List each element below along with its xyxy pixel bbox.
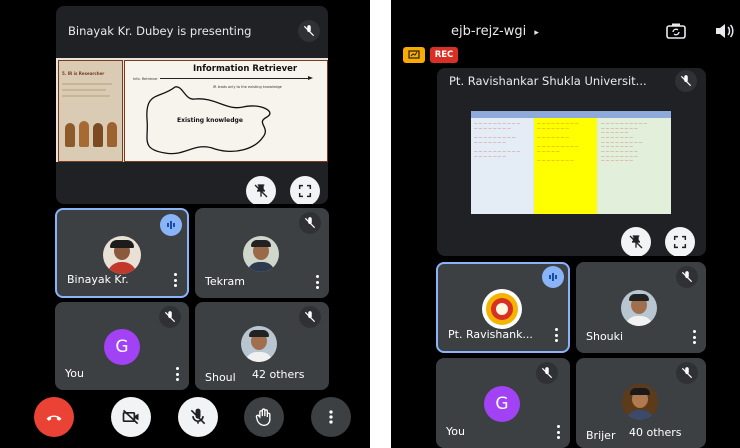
slide-main-panel: Information Retriever Info. Retriever IR… xyxy=(124,60,328,162)
slide-title: Information Retriever xyxy=(193,64,298,74)
participant-tile[interactable]: Tekram xyxy=(195,208,329,298)
switch-camera-icon xyxy=(666,23,686,39)
unpin-button[interactable] xyxy=(621,227,651,256)
mic-off-icon xyxy=(159,306,181,328)
switch-camera-button[interactable] xyxy=(665,22,687,40)
participant-tile[interactable]: G You xyxy=(436,358,570,448)
mic-off-icon xyxy=(536,362,558,384)
avatar xyxy=(622,384,658,420)
mic-off-icon xyxy=(299,212,321,234)
avatar xyxy=(241,326,277,362)
participant-tile[interactable]: Binayak Kr. xyxy=(55,208,189,298)
participant-name: Tekram xyxy=(205,275,245,288)
mic-off-icon xyxy=(675,70,697,92)
avatar: G xyxy=(104,329,140,365)
presentation-badge-icon xyxy=(403,47,425,63)
participant-name: Shoul xyxy=(205,371,236,384)
participant-name: You xyxy=(446,425,465,438)
participant-name: Brijer xyxy=(586,429,616,442)
avatar xyxy=(103,236,141,274)
slide-region-label: Existing knowledge xyxy=(177,117,243,124)
end-call-button[interactable] xyxy=(34,397,74,437)
mic-off-icon xyxy=(676,362,698,384)
hang-up-icon xyxy=(46,415,62,421)
speaking-indicator-icon xyxy=(542,266,564,288)
fullscreen-icon xyxy=(673,235,687,249)
camera-off-icon xyxy=(122,409,139,425)
participant-name: Shouki xyxy=(586,330,624,343)
slide-side-panel: 5. IR is Researcher xyxy=(58,60,123,162)
meeting-code[interactable]: ejb-rejz-wgi ▸ xyxy=(451,24,539,39)
chevron-right-icon: ▸ xyxy=(534,28,539,38)
raise-hand-button[interactable] xyxy=(244,397,284,437)
more-vert-icon xyxy=(329,410,333,424)
more-options-icon[interactable] xyxy=(692,330,696,344)
more-options-icon[interactable] xyxy=(554,328,558,342)
fullscreen-button[interactable] xyxy=(665,227,695,256)
more-options-icon[interactable] xyxy=(175,367,179,381)
participant-tile[interactable]: Pt. Ravishank... xyxy=(436,262,570,353)
mic-toggle-button[interactable] xyxy=(178,397,218,437)
university-logo-icon xyxy=(482,289,522,329)
participant-tile[interactable]: G You xyxy=(55,302,189,390)
pin-off-icon xyxy=(629,235,643,249)
participant-name: You xyxy=(65,367,84,380)
right-phone-screen: ejb-rejz-wgi ▸ REC Pt. Ravishankar Shukl… xyxy=(391,0,740,448)
pin-off-icon xyxy=(254,184,268,198)
camera-toggle-button[interactable] xyxy=(111,397,151,437)
fullscreen-icon xyxy=(298,184,312,198)
presentation-tile[interactable]: Pt. Ravishankar Shukla Universit... — — … xyxy=(437,68,706,256)
shared-slide: — — — — — — — — — — — — — — — — — — — — — … xyxy=(471,111,671,214)
fullscreen-button[interactable] xyxy=(290,176,320,204)
speaking-indicator-icon xyxy=(160,214,182,236)
shared-slide: 5. IR is Researcher Information Retrieve… xyxy=(56,58,328,162)
recording-badge: REC xyxy=(430,47,458,63)
participant-tile[interactable]: Brijer 40 others xyxy=(576,358,706,448)
presenter-title: Binayak Kr. Dubey is presenting xyxy=(68,24,252,38)
hand-icon xyxy=(255,408,271,427)
mic-off-icon xyxy=(676,266,698,288)
avatar xyxy=(621,290,657,326)
presenter-title: Pt. Ravishankar Shukla Universit... xyxy=(449,74,647,88)
more-options-icon[interactable] xyxy=(173,273,177,287)
participant-tile[interactable]: Shoul 42 others xyxy=(195,302,329,390)
slide-side-heading: 5. IR is Researcher xyxy=(62,71,105,76)
mic-off-icon xyxy=(299,306,321,328)
speaker-icon xyxy=(716,24,734,38)
avatar xyxy=(243,236,279,272)
avatar: G xyxy=(484,386,520,422)
others-count-badge[interactable]: 40 others xyxy=(620,421,691,444)
mic-off-icon xyxy=(190,408,206,425)
unpin-button[interactable] xyxy=(246,176,276,204)
speaker-button[interactable] xyxy=(713,22,735,40)
others-count-badge[interactable]: 42 others xyxy=(243,363,314,386)
meeting-code-text: ejb-rejz-wgi xyxy=(451,24,527,39)
left-phone-screen: Binayak Kr. Dubey is presenting 5. IR is… xyxy=(0,0,370,448)
more-options-icon[interactable] xyxy=(315,275,319,289)
more-options-button[interactable] xyxy=(311,397,351,437)
participant-name: Pt. Ravishank... xyxy=(448,328,533,341)
more-options-icon[interactable] xyxy=(556,425,560,439)
participant-tile[interactable]: Shouki xyxy=(576,262,706,353)
participant-name: Binayak Kr. xyxy=(67,273,129,286)
mic-off-icon xyxy=(298,20,320,42)
presentation-tile[interactable]: Binayak Kr. Dubey is presenting 5. IR is… xyxy=(56,6,328,204)
